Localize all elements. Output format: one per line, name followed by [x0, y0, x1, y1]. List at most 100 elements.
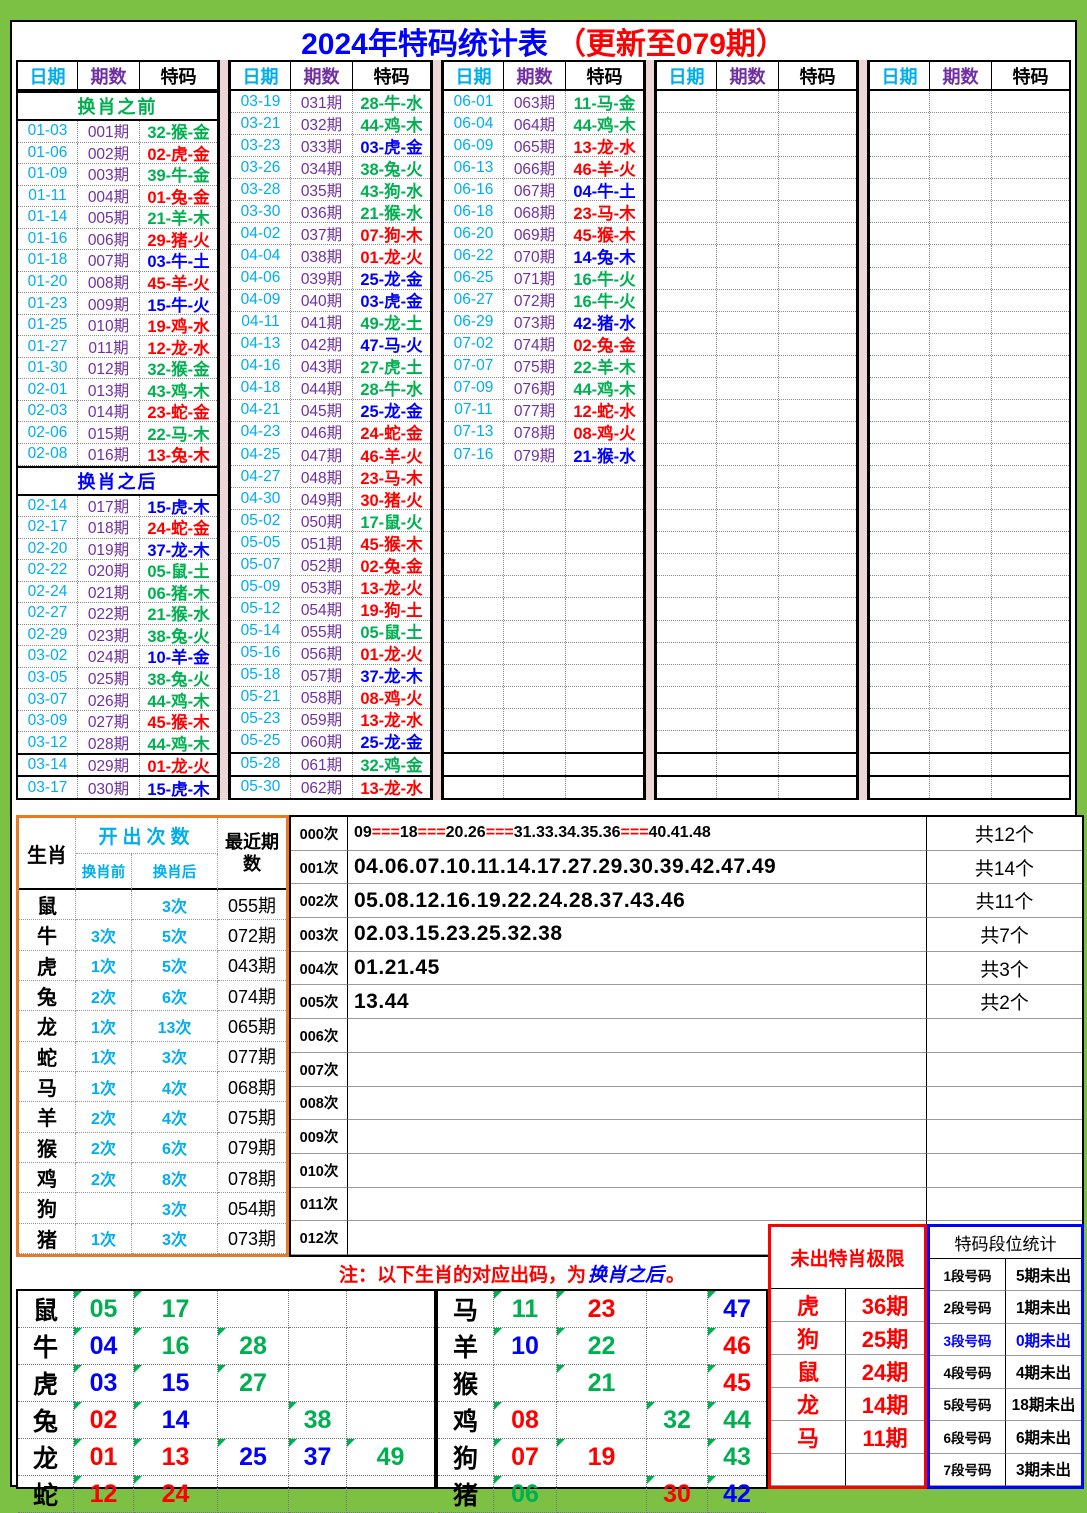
missing-zodiac: 虎: [771, 1289, 846, 1322]
cell-code: 02-兔-金: [566, 334, 643, 355]
mapping-number: [289, 1291, 347, 1328]
cell-period: 052期: [291, 554, 353, 575]
result-row: 05-23059期13-龙-水: [231, 709, 430, 731]
frequency-numbers: 13.44: [348, 985, 927, 1019]
missing-periods: [846, 1454, 924, 1486]
cell-period: 048期: [291, 466, 353, 487]
mapping-number: [347, 1402, 434, 1439]
cell-date: 01-30: [18, 358, 78, 379]
cell-period: [717, 135, 779, 156]
segment-label: 7段号码: [930, 1454, 1006, 1486]
column-header-period: 期数: [717, 62, 779, 89]
cell-period: 038期: [291, 245, 353, 266]
missing-periods: 24期: [846, 1355, 924, 1388]
result-row: 02-03014期23-蛇-金: [18, 401, 217, 423]
result-row: [870, 731, 1069, 754]
mapping-number: [494, 1365, 557, 1402]
mapping-number: 44: [708, 1402, 766, 1439]
result-row: [444, 554, 643, 576]
cell-code: [779, 245, 856, 266]
cell-code: [779, 422, 856, 443]
result-row: 02-06015期22-马-木: [18, 422, 217, 444]
result-row: 05-28061期32-鸡-金: [231, 754, 430, 777]
cell-date: [444, 643, 504, 664]
cell-period: [717, 777, 779, 798]
result-row: [444, 598, 643, 620]
cell-period: [930, 378, 992, 399]
cell-period: 009期: [78, 293, 140, 314]
cell-code: 12-蛇-水: [566, 400, 643, 421]
mapping-number: 05: [74, 1291, 134, 1328]
cell-date: [657, 466, 717, 487]
result-row: 06-18068期23-马-木: [444, 201, 643, 223]
cell-date: 02-27: [18, 603, 78, 624]
cell-date: 06-04: [444, 113, 504, 134]
result-row: [657, 554, 856, 576]
cell-period: [930, 510, 992, 531]
mapping-number: 17: [134, 1291, 218, 1328]
cell-period: [930, 532, 992, 553]
cell-date: 03-09: [18, 711, 78, 732]
cell-period: 076期: [504, 378, 566, 399]
result-row: [870, 356, 1069, 378]
cell-date: 05-21: [231, 687, 291, 708]
stats-after: 13次: [132, 1011, 218, 1041]
cell-period: 050期: [291, 510, 353, 531]
stats-before: 2次: [76, 1133, 132, 1163]
cell-code: 03-虎-金: [353, 135, 430, 156]
cell-date: [657, 91, 717, 112]
results-tables: 日期期数特码换肖之前01-03001期32-猴-金01-06002期02-虎-金…: [12, 60, 1075, 802]
cell-code: 05-鼠-土: [353, 621, 430, 642]
frequency-numbers: [348, 1087, 927, 1121]
result-row: 06-20069期45-猴-木: [444, 223, 643, 245]
stats-zodiac: 马: [19, 1072, 76, 1102]
column-header-date: 日期: [18, 62, 78, 89]
result-row: 01-25010期19-鸡-水: [18, 315, 217, 337]
cell-date: [870, 488, 930, 509]
cell-date: [444, 665, 504, 686]
cell-period: 055期: [291, 621, 353, 642]
cell-period: 070期: [504, 245, 566, 266]
cell-date: 05-05: [231, 532, 291, 553]
stats-header-before: 换肖前: [76, 854, 132, 890]
cell-period: 064期: [504, 113, 566, 134]
cell-code: [992, 334, 1069, 355]
cell-period: 007期: [78, 250, 140, 271]
result-row: [444, 687, 643, 709]
cell-date: 03-30: [231, 201, 291, 222]
cell-period: 065期: [504, 135, 566, 156]
cell-code: [779, 598, 856, 619]
cell-period: [930, 576, 992, 597]
mapping-number: 01: [74, 1439, 134, 1476]
cell-date: [657, 777, 717, 798]
cell-date: [870, 510, 930, 531]
cell-code: [992, 510, 1069, 531]
cell-period: [930, 223, 992, 244]
mapping-number: 49: [347, 1439, 434, 1476]
cell-period: 077期: [504, 400, 566, 421]
mapping-number: [647, 1328, 708, 1365]
cell-code: [566, 777, 643, 798]
segment-value: 3期未出: [1006, 1454, 1081, 1486]
cell-period: [504, 576, 566, 597]
missing-zodiac-grid: 虎36期狗25期鼠24期龙14期马11期: [771, 1289, 924, 1486]
cell-period: [717, 731, 779, 752]
result-row: 05-05051期45-猴-木: [231, 532, 430, 554]
cell-code: 13-兔-木: [140, 444, 217, 465]
missing-zodiac: 马: [771, 1421, 846, 1454]
cell-code: 13-龙-火: [353, 576, 430, 597]
result-row: 02-27022期21-猴-水: [18, 603, 217, 625]
cell-date: 07-13: [444, 422, 504, 443]
cell-code: 24-蛇-金: [140, 517, 217, 538]
cell-code: 32-鸡-金: [353, 754, 430, 775]
cell-period: [504, 532, 566, 553]
mapping-zodiac: 鸡: [438, 1402, 494, 1439]
frequency-segment: ===: [372, 824, 400, 842]
cell-date: [657, 223, 717, 244]
cell-period: 078期: [504, 422, 566, 443]
mapping-number: 19: [557, 1439, 647, 1476]
result-row: 01-18007期03-牛-土: [18, 250, 217, 272]
results-header: 日期期数特码: [231, 62, 430, 91]
cell-period: [930, 643, 992, 664]
cell-date: [657, 400, 717, 421]
